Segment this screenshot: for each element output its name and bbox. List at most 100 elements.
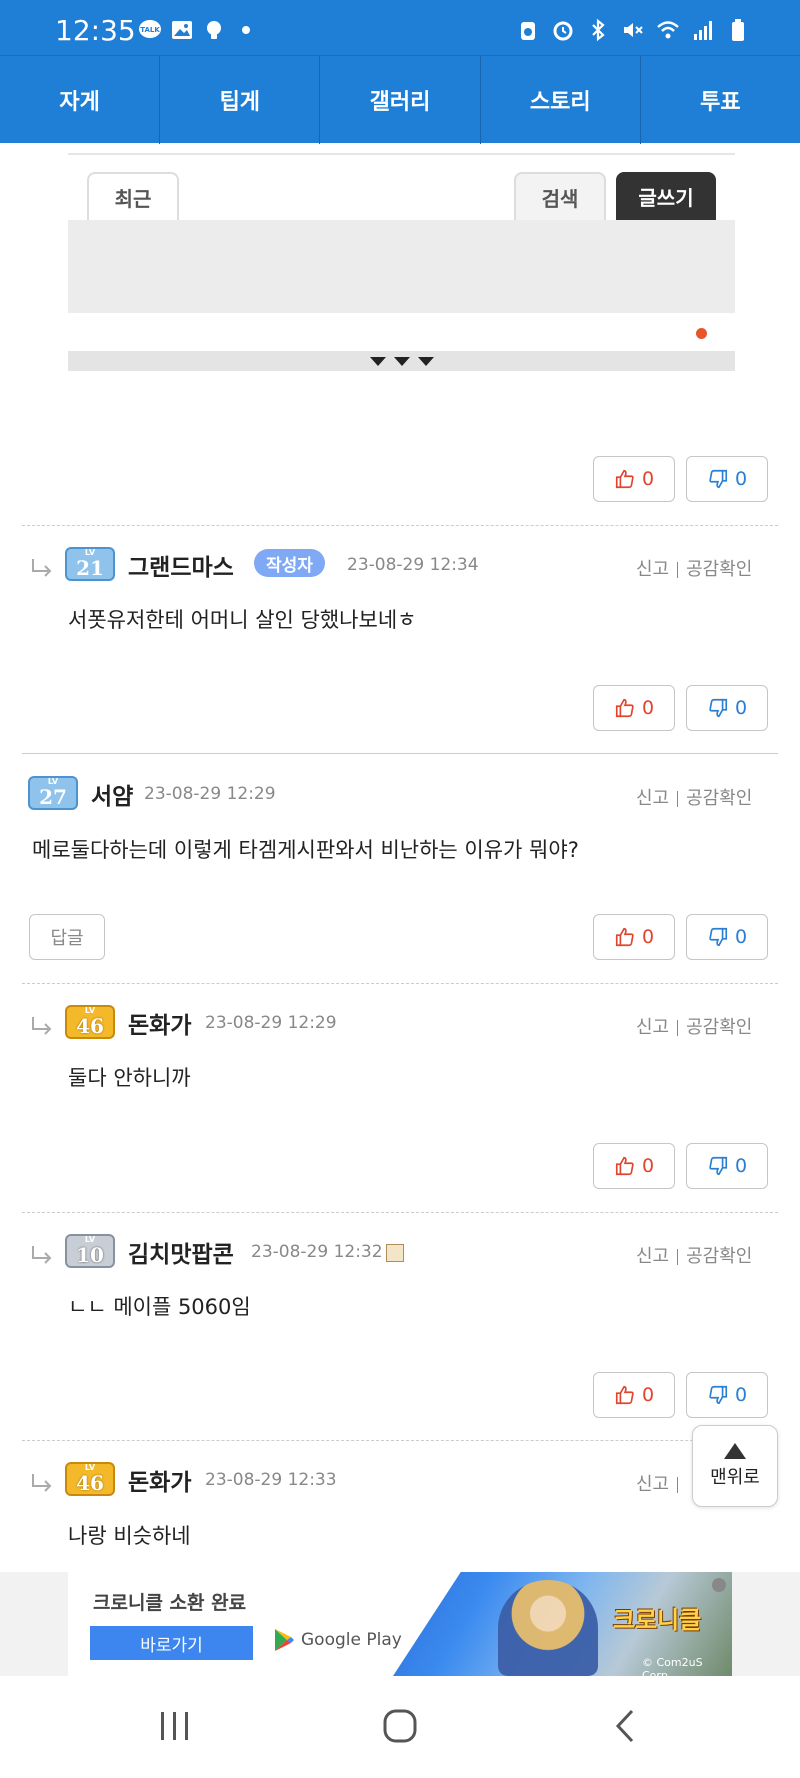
tab-vote[interactable]: 투표 <box>641 56 800 144</box>
board-nav-tabs: 자게 팁게 갤러리 스토리 투표 <box>0 55 800 144</box>
upvote-count: 0 <box>641 697 655 719</box>
report-link[interactable]: 신고 <box>636 1017 669 1038</box>
reply-button[interactable]: 답글 <box>29 914 105 960</box>
comment-text: 나랑 비슷하네 <box>68 1524 191 1548</box>
recycle-icon <box>521 22 535 40</box>
comment-text: 둘다 안하니까 <box>68 1066 191 1090</box>
thumbs-down-icon <box>709 1385 728 1405</box>
comment-actions: 신고 공감확인 <box>636 555 752 581</box>
downvote-count: 0 <box>734 468 748 490</box>
divider <box>22 1212 778 1213</box>
battery-icon <box>732 19 744 41</box>
alarm-icon <box>553 21 573 41</box>
thumbs-up-icon <box>615 698 634 718</box>
empathy-link[interactable]: 공감확인 <box>686 788 752 809</box>
level-badge: LV 27 <box>28 776 78 810</box>
writer-badge: 작성자 <box>254 549 325 577</box>
report-link[interactable]: 신고 <box>636 1474 669 1495</box>
chevron-down-icon <box>369 356 386 366</box>
level-badge: LV 46 <box>65 1462 115 1496</box>
comment-text: 메로둘다하는데 이렇게 타겜게시판와서 비난하는 이유가 뭐야? <box>32 838 579 862</box>
comment-time: 23-08-29 12:29 <box>144 784 276 804</box>
report-link[interactable]: 신고 <box>636 788 669 809</box>
upvote-button[interactable]: 0 <box>593 1143 675 1189</box>
thumbs-down-icon <box>709 1156 728 1176</box>
go-top-button[interactable]: 맨위로 <box>692 1425 778 1507</box>
embed-tab-write: 글쓰기 <box>616 172 716 220</box>
comment-text: ㄴㄴ 메이플 5060임 <box>68 1295 251 1319</box>
signal-icon <box>694 21 712 40</box>
google-play-label: Google Play <box>273 1628 402 1652</box>
thumbs-up-icon <box>615 469 634 489</box>
comment-text: 서폿유저한테 어머니 살인 당했나보네ㅎ <box>68 608 417 632</box>
divider <box>22 1440 778 1441</box>
recent-apps-icon <box>161 1712 188 1740</box>
upvote-button[interactable]: 0 <box>593 456 675 502</box>
reply-arrow-icon <box>32 1246 52 1264</box>
ad-banner[interactable]: 크로니클 소환 완료 바로가기 Google Play 크로니클 © Com2u… <box>68 1572 732 1676</box>
comment-time: 23-08-29 12:34 <box>347 555 479 575</box>
ad-cta-button[interactable]: 바로가기 <box>90 1626 253 1660</box>
comment-time: 23-08-29 12:29 <box>205 1013 337 1033</box>
expand-arrows <box>68 351 735 371</box>
tab-gallery[interactable]: 갤러리 <box>320 56 481 144</box>
mute-icon <box>624 23 643 37</box>
status-bar: 12:35 TALK <box>0 0 800 63</box>
clock: 12:35 <box>55 14 136 47</box>
downvote-button[interactable]: 0 <box>686 1143 768 1189</box>
ad-character-image <box>498 1580 598 1676</box>
image-icon <box>172 21 192 39</box>
bluetooth-icon <box>592 18 605 42</box>
home-button[interactable] <box>380 1706 420 1746</box>
downvote-button[interactable]: 0 <box>686 456 768 502</box>
thumbs-up-icon <box>615 927 634 947</box>
system-nav-bar <box>0 1676 800 1778</box>
google-play-icon <box>275 1629 294 1651</box>
upvote-button[interactable]: 0 <box>593 685 675 731</box>
downvote-count: 0 <box>734 1384 748 1406</box>
empathy-link[interactable]: 공감확인 <box>686 559 752 580</box>
upvote-button[interactable]: 0 <box>593 1372 675 1418</box>
level-badge: LV 10 <box>65 1234 115 1268</box>
comment-actions: 신고 공감확인 <box>636 784 752 810</box>
downvote-button[interactable]: 0 <box>686 1372 768 1418</box>
reply-arrow-icon <box>32 559 52 577</box>
downvote-button[interactable]: 0 <box>686 685 768 731</box>
downvote-count: 0 <box>734 1155 748 1177</box>
comment-actions: 신고 <box>636 1470 686 1496</box>
recent-apps-button[interactable] <box>155 1706 195 1746</box>
thumbs-down-icon <box>709 927 728 947</box>
comment-author[interactable]: 서얌 <box>91 777 133 811</box>
upvote-count: 0 <box>641 926 655 948</box>
downvote-button[interactable]: 0 <box>686 914 768 960</box>
report-link[interactable]: 신고 <box>636 1246 669 1267</box>
empathy-link[interactable]: 공감확인 <box>686 1017 752 1038</box>
embed-tab-search: 검색 <box>514 172 606 220</box>
chevron-down-icon <box>417 356 434 366</box>
upvote-button[interactable]: 0 <box>593 914 675 960</box>
empathy-link[interactable]: 공감확인 <box>686 1246 752 1267</box>
tab-free-board[interactable]: 자게 <box>0 56 161 144</box>
comment-actions: 신고 공감확인 <box>636 1013 752 1039</box>
comment-author[interactable]: 돈화가 <box>128 1006 191 1040</box>
downvote-count: 0 <box>734 926 748 948</box>
ad-game-logo: 크로니클 <box>613 1605 702 1634</box>
ad-info-icon[interactable] <box>712 1578 726 1592</box>
level-badge: LV 21 <box>65 547 115 581</box>
chevron-down-icon <box>393 356 410 366</box>
comment-actions: 신고 공감확인 <box>636 1242 752 1268</box>
reply-arrow-icon <box>32 1017 52 1035</box>
ad-title: 크로니클 소환 완료 <box>93 1592 247 1614</box>
comment-time: 23-08-29 12:32 <box>251 1242 383 1262</box>
comment-author[interactable]: 김치맛팝콘 <box>128 1235 234 1269</box>
arrow-up-icon <box>724 1443 746 1459</box>
bulb-icon <box>207 21 221 39</box>
comment-author[interactable]: 그랜드마스 <box>128 548 234 582</box>
tab-tips-board[interactable]: 팁게 <box>160 56 321 144</box>
back-icon <box>615 1709 634 1743</box>
report-link[interactable]: 신고 <box>636 559 669 580</box>
back-button[interactable] <box>605 1706 645 1746</box>
tab-story[interactable]: 스토리 <box>481 56 641 144</box>
comment-author[interactable]: 돈화가 <box>128 1463 191 1497</box>
divider <box>22 525 778 526</box>
